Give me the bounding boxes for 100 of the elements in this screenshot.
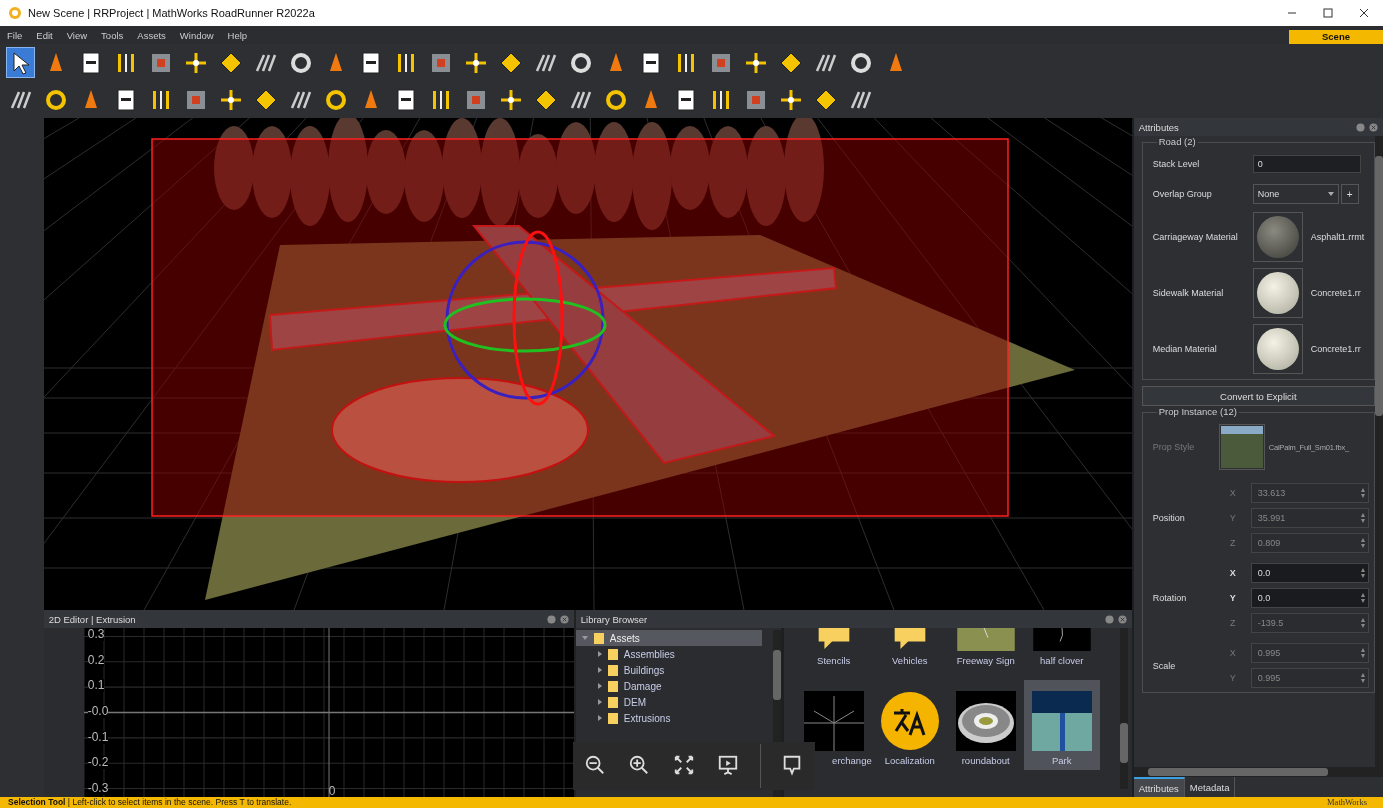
axis-label: -0.0 xyxy=(87,704,109,718)
app-logo-icon xyxy=(8,6,22,20)
axis-label: Y xyxy=(1228,673,1237,683)
field-label: Stack Level xyxy=(1152,159,1201,169)
close-icon[interactable] xyxy=(1359,8,1369,18)
prop-thumbnail[interactable] xyxy=(1218,424,1265,470)
menu-item[interactable]: Help xyxy=(220,29,255,41)
plot-area[interactable]: 0.3 0.2 0.1 -0.0 -0.1 -0.2 -0.3 0 xyxy=(83,628,574,797)
tree-item[interactable]: Assemblies xyxy=(575,646,762,662)
zoom-out-icon xyxy=(583,753,606,776)
roundabout-thumbnail xyxy=(955,691,1016,751)
ring-icon xyxy=(43,87,68,112)
diamond-icon xyxy=(778,50,803,75)
caret-icon xyxy=(1327,192,1334,196)
overlap-group-dropdown[interactable]: None xyxy=(1252,184,1339,204)
expand-arrows-icon xyxy=(672,753,695,776)
rotation-gizmo[interactable] xyxy=(443,230,607,406)
tree-item[interactable]: Extrusions xyxy=(575,710,762,726)
menu-item[interactable]: View xyxy=(59,29,95,41)
split-icon xyxy=(498,87,523,112)
field-label: Overlap Group xyxy=(1152,189,1213,199)
status-message: Selection Tool | Left-click to select items in the scene. Press T to translate. xyxy=(8,797,292,808)
material-swatch[interactable] xyxy=(1252,268,1303,318)
scrollbar[interactable] xyxy=(1375,136,1383,767)
scene-viewport[interactable] xyxy=(43,118,1132,610)
material-swatch[interactable] xyxy=(1252,324,1303,374)
axis-label: 0.1 xyxy=(87,679,105,693)
spin-arrows-icon xyxy=(1360,568,1365,578)
asset-tile[interactable]: Vehicles xyxy=(871,628,948,670)
asset-tile[interactable]: Park xyxy=(1023,680,1100,770)
ring-icon xyxy=(288,50,313,75)
tree-item[interactable]: DEM xyxy=(575,694,762,710)
add-button[interactable]: + xyxy=(1340,184,1359,204)
spin-arrows-icon xyxy=(1360,513,1365,523)
number-field[interactable]: 0.0 xyxy=(1250,563,1369,583)
interchange-thumbnail xyxy=(803,691,864,751)
maximize-icon[interactable] xyxy=(1323,8,1333,18)
asset-tile[interactable]: erchange xyxy=(795,680,872,770)
sign-thumbnail xyxy=(955,628,1016,651)
panel-title: Attributes xyxy=(1138,121,1179,133)
axis-label: Z xyxy=(1228,618,1237,628)
settings-icon[interactable] xyxy=(1104,614,1114,624)
ring-icon xyxy=(568,50,593,75)
convert-button[interactable]: Convert to Explicit xyxy=(1141,386,1375,406)
material-file-name: Asphalt1.rrmt xyxy=(1310,232,1365,242)
spin-arrows-icon xyxy=(1360,488,1365,498)
asset-tile[interactable]: Stencils xyxy=(795,628,872,670)
scrollbar[interactable] xyxy=(1119,628,1128,789)
number-field[interactable]: 0.0 xyxy=(1250,588,1369,608)
spin-arrows-icon xyxy=(1360,618,1365,628)
stack-level-field[interactable]: 0 xyxy=(1252,155,1361,173)
axis-label: 0.3 xyxy=(87,628,105,641)
tree-item[interactable]: Damage xyxy=(575,678,762,694)
material-swatch[interactable] xyxy=(1252,212,1303,262)
axis-label: -0.1 xyxy=(87,730,109,744)
field-label: Median Material xyxy=(1152,344,1218,354)
brand-name: MathWorks xyxy=(1327,797,1368,808)
menu-item[interactable]: Assets xyxy=(130,29,173,41)
scrollbar[interactable] xyxy=(1133,767,1383,777)
asset-tile[interactable]: Freeway Sign xyxy=(947,628,1024,670)
park-thumbnail xyxy=(1031,691,1092,751)
scene-tab[interactable]: Scene xyxy=(1289,30,1383,44)
asset-tile[interactable]: roundabout xyxy=(947,680,1024,770)
diamond-icon xyxy=(498,50,523,75)
field-label: Sidewalk Material xyxy=(1152,288,1225,298)
translate-icon xyxy=(879,691,940,751)
asset-tile[interactable]: half clover xyxy=(1023,628,1100,670)
menu-item[interactable]: Tools xyxy=(94,29,131,41)
tree-item[interactable]: Buildings xyxy=(575,662,762,678)
asset-tile[interactable]: Localization xyxy=(871,680,948,770)
settings-icon[interactable] xyxy=(1356,122,1365,132)
split-icon xyxy=(743,50,768,75)
tool-button[interactable] xyxy=(6,47,35,78)
presentation-icon xyxy=(717,753,740,776)
menu-item[interactable]: File xyxy=(0,29,30,41)
diamond-icon xyxy=(813,87,838,112)
axis-label: X xyxy=(1228,568,1237,578)
panel-tab[interactable]: Attributes xyxy=(1133,777,1185,797)
field-label: Carriageway Material xyxy=(1152,232,1239,242)
spin-arrows-icon xyxy=(1360,648,1365,658)
axis-label: Y xyxy=(1228,513,1237,523)
menu-item[interactable]: Window xyxy=(172,29,221,41)
material-file-name: Concrete1.rr xyxy=(1310,288,1361,298)
axis-label: 0 xyxy=(328,785,336,797)
field-label: Prop Style xyxy=(1152,442,1196,452)
window-title: New Scene | RRProject | MathWorks RoadRunner R2022a xyxy=(28,7,315,19)
group-title: Prop Instance (12) xyxy=(1156,406,1239,417)
diamond-icon xyxy=(533,87,558,112)
split-icon xyxy=(183,50,208,75)
diamond-icon xyxy=(253,87,278,112)
axis-label: X xyxy=(1228,488,1237,498)
field-label: Scale xyxy=(1152,660,1177,671)
settings-icon[interactable] xyxy=(546,614,556,624)
menu-item[interactable]: Edit xyxy=(29,29,60,41)
split-icon xyxy=(218,87,243,112)
tree-item[interactable]: Assets xyxy=(575,630,762,646)
zoom-in-icon xyxy=(628,753,651,776)
axis-label: 0.2 xyxy=(87,653,105,667)
ring-icon xyxy=(603,87,628,112)
spin-arrows-icon xyxy=(1360,538,1365,548)
